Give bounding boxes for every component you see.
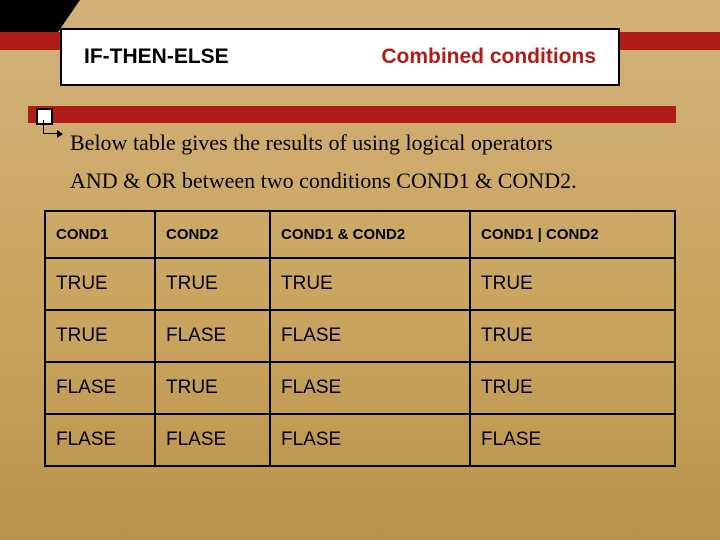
- para-line-1: Below table gives the results of using l…: [70, 130, 553, 155]
- cell: TRUE: [45, 258, 155, 310]
- cell: FLASE: [45, 414, 155, 466]
- cell: TRUE: [155, 258, 270, 310]
- accent-red-bar: [28, 106, 676, 123]
- title-right: Combined conditions: [381, 45, 596, 69]
- table-row: TRUE TRUE TRUE TRUE: [45, 258, 675, 310]
- cell: TRUE: [470, 258, 675, 310]
- cell: FLASE: [270, 414, 470, 466]
- cell: FLASE: [470, 414, 675, 466]
- table-row: TRUE FLASE FLASE TRUE: [45, 310, 675, 362]
- square-bullet-icon: [36, 108, 53, 125]
- table-header-row: COND1 COND2 COND1 & COND2 COND1 | COND2: [45, 211, 675, 258]
- col-header: COND1 & COND2: [270, 211, 470, 258]
- col-header: COND1: [45, 211, 155, 258]
- cell: TRUE: [470, 310, 675, 362]
- para-line-2: AND & OR between two conditions COND1 & …: [70, 168, 577, 193]
- cell: FLASE: [45, 362, 155, 414]
- title-box: IF-THEN-ELSE Combined conditions: [60, 28, 620, 86]
- cell: FLASE: [155, 310, 270, 362]
- table-row: FLASE TRUE FLASE TRUE: [45, 362, 675, 414]
- cell: TRUE: [155, 362, 270, 414]
- col-header: COND2: [155, 211, 270, 258]
- cell: TRUE: [45, 310, 155, 362]
- cell: FLASE: [270, 362, 470, 414]
- cell: FLASE: [155, 414, 270, 466]
- cell: TRUE: [270, 258, 470, 310]
- title-left: IF-THEN-ELSE: [84, 45, 381, 69]
- description-paragraph: Below table gives the results of using l…: [70, 124, 670, 200]
- table-row: FLASE FLASE FLASE FLASE: [45, 414, 675, 466]
- cell: TRUE: [470, 362, 675, 414]
- corner-notch: [0, 0, 58, 32]
- arrow-icon: [44, 133, 62, 134]
- col-header: COND1 | COND2: [470, 211, 675, 258]
- cell: FLASE: [270, 310, 470, 362]
- truth-table: COND1 COND2 COND1 & COND2 COND1 | COND2 …: [44, 210, 676, 467]
